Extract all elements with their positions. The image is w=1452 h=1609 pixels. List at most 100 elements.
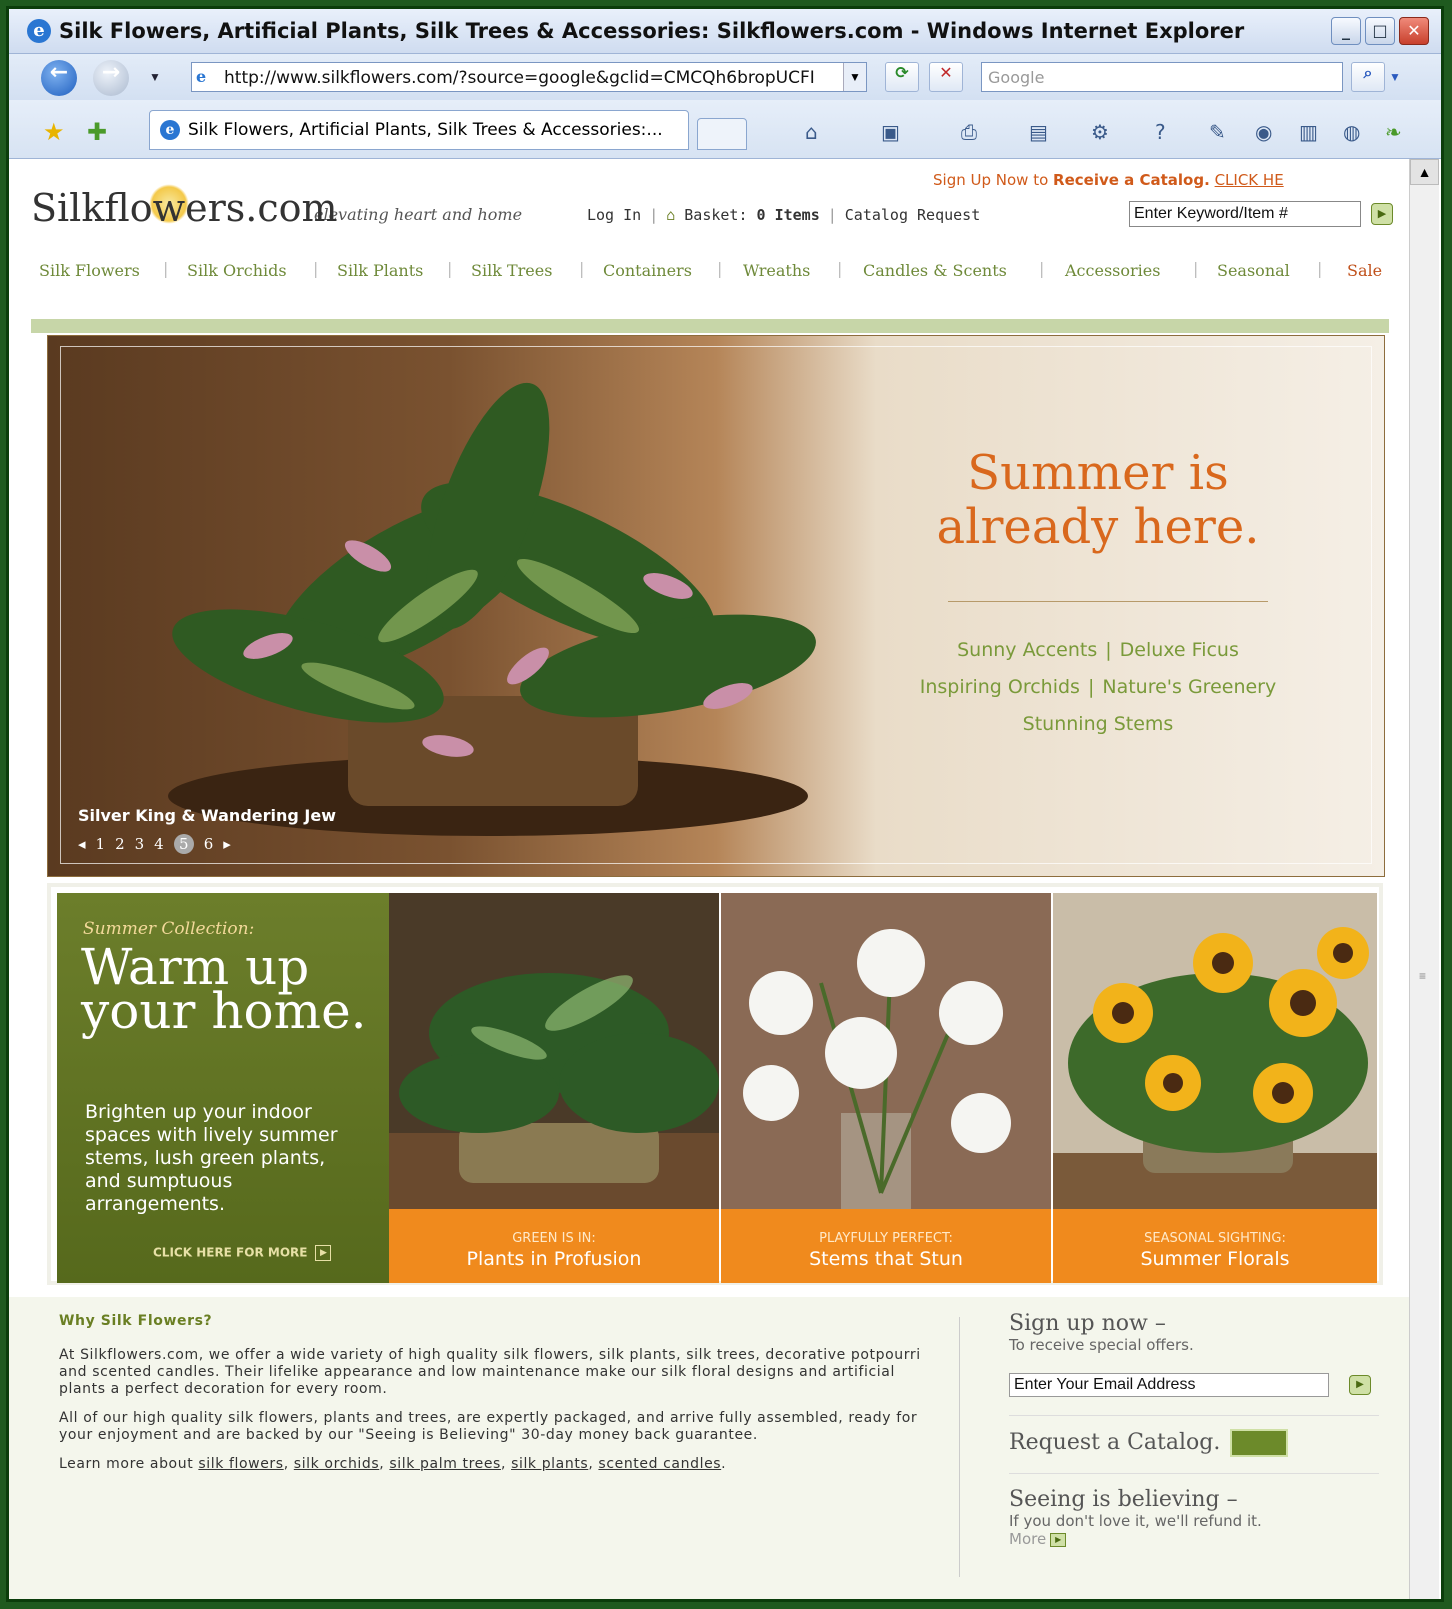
messenger-icon[interactable]: ◉ xyxy=(1255,120,1272,144)
close-button[interactable]: ✕ xyxy=(1399,17,1429,45)
link-sunny-accents[interactable]: Sunny Accents xyxy=(957,639,1097,661)
hero-headline: Summer is already here. xyxy=(936,445,1260,555)
why-paragraph-1: At Silkflowers.com, we offer a wide vari… xyxy=(59,1347,921,1397)
summer-headline: Warm up your home. xyxy=(81,938,367,1040)
link-silk-orchids[interactable]: silk orchids xyxy=(294,1456,380,1472)
link-stunning-stems[interactable]: Stunning Stems xyxy=(1023,713,1174,735)
link-silk-palm-trees[interactable]: silk palm trees xyxy=(389,1456,501,1472)
address-bar[interactable]: e http://www.silkflowers.com/?source=goo… xyxy=(191,62,867,92)
tab-title: Silk Flowers, Artificial Plants, Silk Tr… xyxy=(188,120,663,140)
help-icon[interactable]: ? xyxy=(1155,120,1166,144)
email-field[interactable]: Enter Your Email Address xyxy=(1009,1373,1329,1397)
scroll-up-icon[interactable]: ▲ xyxy=(1410,159,1439,185)
site-logo[interactable]: Silkflowers.com xyxy=(31,184,338,230)
stop-button[interactable]: ✕ xyxy=(929,62,963,92)
home-icon[interactable]: ⌂ xyxy=(805,120,818,144)
discuss-icon[interactable]: ◍ xyxy=(1343,120,1360,144)
link-inspiring-orchids[interactable]: Inspiring Orchids xyxy=(920,676,1080,698)
catalog-request-link[interactable]: Catalog Request xyxy=(845,206,980,224)
minimize-button[interactable]: _ xyxy=(1331,17,1361,45)
more-link[interactable]: More ▶ xyxy=(1009,1530,1262,1548)
bookmarks-icon[interactable]: ▥ xyxy=(1299,120,1318,144)
maximize-button[interactable]: □ xyxy=(1365,17,1395,45)
keyword-go-button[interactable]: ▶ xyxy=(1371,203,1393,225)
nav-sale[interactable]: Sale xyxy=(1347,261,1382,280)
slide-3[interactable]: 3 xyxy=(135,835,145,853)
basket-icon[interactable]: ⌂ xyxy=(666,206,675,224)
forward-button[interactable]: → xyxy=(93,60,129,96)
tile-summer-florals[interactable]: SEASONAL SIGHTING: Summer Florals xyxy=(1053,893,1377,1283)
slide-pager: ◂ 1 2 3 4 5 6 ▸ xyxy=(78,834,241,854)
arrow-icon: ▶ xyxy=(1050,1532,1067,1547)
nav-accessories[interactable]: Accessories xyxy=(1065,261,1160,280)
sidebar: Sign up now – To receive special offers.… xyxy=(1009,1311,1389,1548)
plugin-icon[interactable]: ❧ xyxy=(1385,120,1402,144)
slide-5-current[interactable]: 5 xyxy=(173,834,194,854)
link-scented-candles[interactable]: scented candles xyxy=(598,1456,721,1472)
vertical-scrollbar[interactable]: ▲ ≡ xyxy=(1409,159,1439,1599)
tab-ie-icon: e xyxy=(160,120,180,140)
seeing-heading: Seeing is believing – xyxy=(1009,1487,1238,1512)
seeing-subtext: If you don't love it, we'll refund it. xyxy=(1009,1512,1262,1530)
search-input[interactable]: Google xyxy=(981,62,1343,92)
new-tab-button[interactable] xyxy=(697,118,747,150)
slide-4[interactable]: 4 xyxy=(154,835,164,853)
plants-photo xyxy=(389,893,719,1209)
click-here-link[interactable]: CLICK HE xyxy=(1215,171,1284,189)
search-icon[interactable]: ⌕ xyxy=(1351,62,1385,92)
nav-silk-plants[interactable]: Silk Plants xyxy=(337,261,423,280)
click-here-more-link[interactable]: CLICK HERE FOR MORE ▶ xyxy=(153,1245,332,1261)
add-favorite-icon[interactable]: ✚ xyxy=(87,118,107,147)
scroll-grip-icon: ≡ xyxy=(1419,969,1427,983)
next-slide-icon[interactable]: ▸ xyxy=(223,835,231,853)
summer-kicker: Summer Collection: xyxy=(83,919,255,939)
tile-plants-in-profusion[interactable]: GREEN IS IN: Plants in Profusion xyxy=(389,893,719,1283)
tile-stems-that-stun[interactable]: PLAYFULLY PERFECT: Stems that Stun xyxy=(721,893,1051,1283)
slide-2[interactable]: 2 xyxy=(115,835,125,853)
feeds-icon[interactable]: ▣ xyxy=(881,120,900,144)
summer-body: Brighten up your indoor spaces with live… xyxy=(85,1101,338,1215)
research-icon[interactable]: ✎ xyxy=(1209,120,1226,144)
nav-silk-orchids[interactable]: Silk Orchids xyxy=(187,261,287,280)
slide-1[interactable]: 1 xyxy=(96,835,106,853)
address-dropdown-icon[interactable]: ▼ xyxy=(843,63,866,91)
back-button[interactable]: ← xyxy=(41,60,77,96)
history-dropdown-icon[interactable]: ▼ xyxy=(149,70,161,84)
login-link[interactable]: Log In xyxy=(587,206,641,224)
summer-promo-panel[interactable]: Summer Collection: Warm up your home. Br… xyxy=(57,893,389,1283)
site-tagline: elevating heart and home xyxy=(314,205,523,224)
basket-link[interactable]: Basket: 0 Items xyxy=(684,206,819,224)
plant-photo xyxy=(168,382,816,836)
tile-kicker: SEASONAL SIGHTING: xyxy=(1144,1231,1286,1246)
search-options-icon[interactable]: ▼ xyxy=(1389,70,1401,84)
window-title: Silk Flowers, Artificial Plants, Silk Tr… xyxy=(59,19,1245,43)
nav-seasonal[interactable]: Seasonal xyxy=(1217,261,1290,280)
nav-candles-scents[interactable]: Candles & Scents xyxy=(863,261,1007,280)
keyword-search-input[interactable]: Enter Keyword/Item # xyxy=(1129,201,1361,227)
nav-containers[interactable]: Containers xyxy=(603,261,692,280)
tile-kicker: GREEN IS IN: xyxy=(512,1231,596,1246)
tile-title: Stems that Stun xyxy=(809,1248,963,1270)
nav-silk-trees[interactable]: Silk Trees xyxy=(471,261,552,280)
favorites-star-icon[interactable]: ★ xyxy=(43,118,65,147)
hero-banner[interactable]: Summer is already here. Sunny Accents | Del… xyxy=(47,335,1385,877)
nav-silk-flowers[interactable]: Silk Flowers xyxy=(39,261,140,280)
slide-6[interactable]: 6 xyxy=(204,835,214,853)
request-catalog-link[interactable]: Request a Catalog. xyxy=(1009,1429,1289,1457)
refresh-button[interactable]: ⟳ xyxy=(885,62,919,92)
link-silk-flowers[interactable]: silk flowers xyxy=(198,1456,283,1472)
browser-window: e Silk Flowers, Artificial Plants, Silk … xyxy=(6,6,1444,1602)
tab-active[interactable]: e Silk Flowers, Artificial Plants, Silk … xyxy=(149,110,689,150)
print-icon[interactable]: ⎙ xyxy=(961,120,977,144)
nav-wreaths[interactable]: Wreaths xyxy=(743,261,810,280)
ie-logo-icon: e xyxy=(27,19,51,43)
prev-slide-icon[interactable]: ◂ xyxy=(78,835,86,853)
page-menu-icon[interactable]: ▤ xyxy=(1029,120,1048,144)
link-silk-plants[interactable]: silk plants xyxy=(511,1456,588,1472)
link-natures-greenery[interactable]: Nature's Greenery xyxy=(1102,676,1276,698)
email-submit-button[interactable]: ▶ xyxy=(1349,1375,1371,1395)
catalog-signup-banner: Sign Up Now to Receive a Catalog. CLICK … xyxy=(933,171,1284,189)
learn-more: Learn more about silk flowers, silk orch… xyxy=(59,1456,727,1472)
tools-gear-icon[interactable]: ⚙ xyxy=(1091,120,1109,144)
link-deluxe-ficus[interactable]: Deluxe Ficus xyxy=(1120,639,1239,661)
